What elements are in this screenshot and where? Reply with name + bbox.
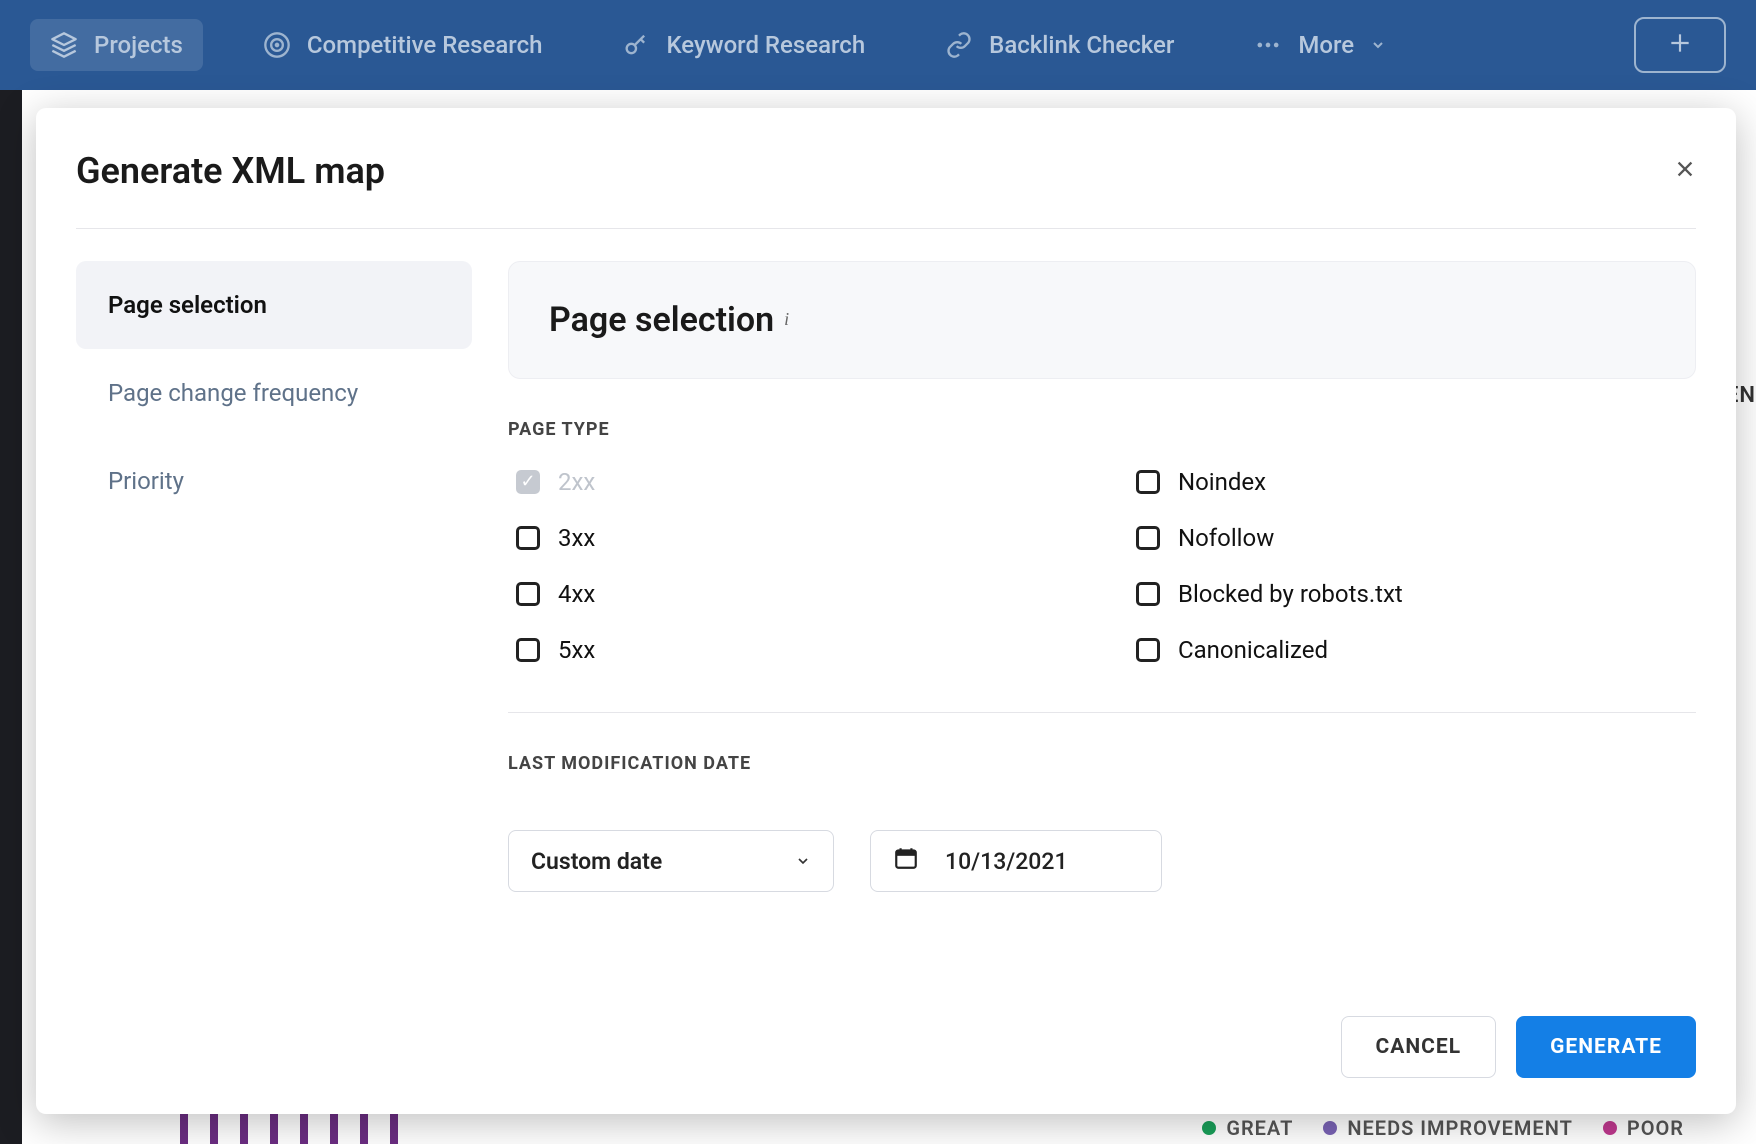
checkbox-box (516, 638, 540, 662)
checkbox-4xx[interactable]: 4xx (516, 580, 1076, 608)
checkbox-canonicalized[interactable]: Canonicalized (1136, 636, 1696, 664)
nav-label: More (1298, 31, 1354, 59)
panel-header: Page selection i (508, 261, 1696, 379)
add-button[interactable] (1634, 17, 1726, 73)
page-type-label: PAGE TYPE (508, 419, 1696, 440)
dot-icon (1603, 1121, 1617, 1135)
nav-item-keyword-research[interactable]: Keyword Research (602, 19, 885, 71)
checkbox-label: 4xx (558, 580, 595, 608)
legend-item-poor: POOR (1603, 1116, 1684, 1140)
divider (508, 712, 1696, 713)
nav-item-competitive-research[interactable]: Competitive Research (243, 19, 563, 71)
sidebar-sliver (0, 90, 22, 1144)
dots-icon (1254, 31, 1282, 59)
calendar-icon (893, 845, 919, 877)
close-icon (1674, 154, 1696, 187)
close-button[interactable] (1674, 157, 1696, 185)
key-icon (622, 31, 650, 59)
modal-footer: CANCEL GENERATE (36, 966, 1736, 1114)
checkbox-label: 3xx (558, 524, 595, 552)
info-icon[interactable]: i (784, 309, 789, 330)
select-value: Custom date (531, 848, 662, 875)
checkbox-box: ✓ (516, 470, 540, 494)
link-icon (945, 31, 973, 59)
chevron-down-icon (1370, 31, 1386, 59)
checkbox-box (1136, 526, 1160, 550)
tab-page-selection[interactable]: Page selection (76, 261, 472, 349)
generate-xml-map-modal: Generate XML map Page selection Page cha… (36, 108, 1736, 1114)
nav-label: Projects (94, 31, 183, 59)
checkbox-3xx[interactable]: 3xx (516, 524, 1076, 552)
nav-item-projects[interactable]: Projects (30, 19, 203, 71)
generate-button[interactable]: GENERATE (1516, 1016, 1696, 1078)
checkbox-box (516, 582, 540, 606)
nav-label: Keyword Research (666, 31, 865, 59)
nav-label: Backlink Checker (989, 31, 1174, 59)
checkbox-5xx[interactable]: 5xx (516, 636, 1076, 664)
dot-icon (1202, 1121, 1216, 1135)
date-input[interactable]: 10/13/2021 (870, 830, 1162, 892)
modal-title: Generate XML map (76, 150, 385, 192)
checkbox-box (1136, 582, 1160, 606)
legend-item-needs-improvement: NEEDS IMPROVEMENT (1323, 1116, 1573, 1140)
checkbox-2xx: ✓ 2xx (516, 468, 1076, 496)
checkbox-label: 5xx (558, 636, 595, 664)
checkbox-label: Blocked by robots.txt (1178, 580, 1403, 608)
cancel-button[interactable]: CANCEL (1341, 1016, 1497, 1078)
checkbox-label: 2xx (558, 468, 595, 496)
panel-title: Page selection (549, 300, 774, 340)
tabs: Page selection Page change frequency Pri… (76, 261, 472, 966)
checkbox-label: Nofollow (1178, 524, 1274, 552)
layers-icon (50, 31, 78, 59)
date-value: 10/13/2021 (945, 848, 1068, 875)
checkbox-blocked-robots[interactable]: Blocked by robots.txt (1136, 580, 1696, 608)
checkbox-label: Canonicalized (1178, 636, 1328, 664)
legend-item-great: GREAT (1202, 1116, 1293, 1140)
top-nav: Projects Competitive Research Keyword Re… (0, 0, 1756, 90)
tab-priority[interactable]: Priority (76, 437, 472, 525)
checkbox-box (1136, 470, 1160, 494)
modal-body: Page selection Page change frequency Pri… (36, 229, 1736, 966)
date-mode-select[interactable]: Custom date (508, 830, 834, 892)
tab-page-change-frequency[interactable]: Page change frequency (76, 349, 472, 437)
checkbox-box (1136, 638, 1160, 662)
modal-header: Generate XML map (36, 108, 1736, 228)
nav-item-more[interactable]: More (1234, 19, 1406, 71)
page-type-grid: ✓ 2xx Noindex 3xx Nofollow 4xx (508, 468, 1696, 664)
checkbox-label: Noindex (1178, 468, 1266, 496)
dot-icon (1323, 1121, 1337, 1135)
checkbox-box (516, 526, 540, 550)
checkbox-nofollow[interactable]: Nofollow (1136, 524, 1696, 552)
plus-icon (1667, 30, 1693, 60)
nav-item-backlink-checker[interactable]: Backlink Checker (925, 19, 1194, 71)
target-icon (263, 31, 291, 59)
status-legend: GREAT NEEDS IMPROVEMENT POOR (1202, 1116, 1684, 1140)
panel: Page selection i PAGE TYPE ✓ 2xx Noindex… (508, 261, 1696, 966)
nav-label: Competitive Research (307, 31, 543, 59)
last-modification-label: LAST MODIFICATION DATE (508, 753, 1696, 774)
chevron-down-icon (795, 848, 811, 875)
date-row: Custom date 10/13/2021 (508, 830, 1696, 892)
checkbox-noindex[interactable]: Noindex (1136, 468, 1696, 496)
